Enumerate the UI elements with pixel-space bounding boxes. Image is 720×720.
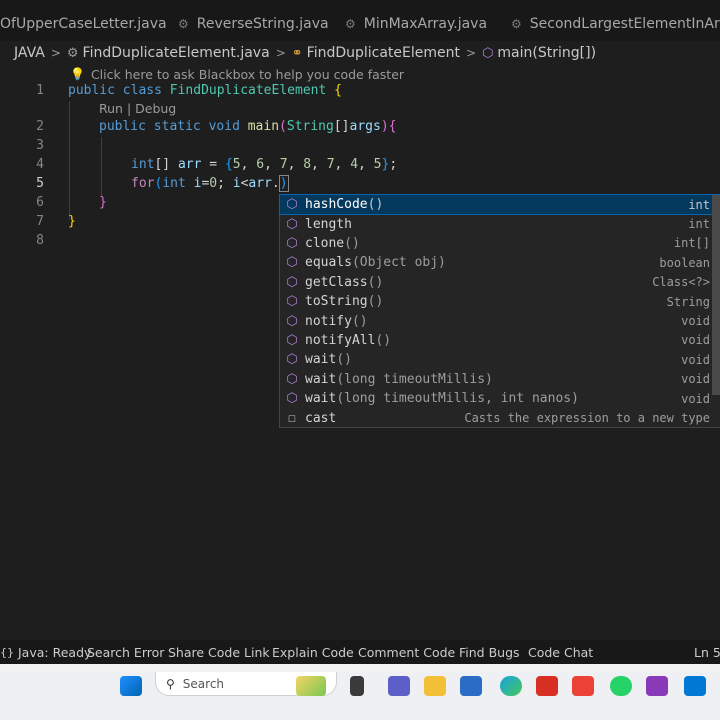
field-icon: ⬡ <box>286 216 298 232</box>
suggestion-item[interactable]: ⬡ notify() void <box>280 311 720 330</box>
tab-label: MinMaxArray.java <box>363 16 488 32</box>
line-number: 6 <box>36 195 44 210</box>
method-icon: ⬡ <box>286 332 298 348</box>
suggestion-item[interactable]: ⬡ wait() void <box>280 350 720 369</box>
tab-label: ReverseString.java <box>196 16 329 32</box>
method-icon: ⬡ <box>286 391 298 407</box>
store-icon[interactable] <box>460 676 482 696</box>
java-file-icon: ⚙ <box>345 17 356 31</box>
suggestion-item[interactable]: ⬡ wait (long timeoutMillis, int nanos) vo… <box>280 389 720 408</box>
teams-icon[interactable] <box>388 676 410 696</box>
method-icon: ⬡ <box>286 313 298 329</box>
method-icon: ⬡ <box>286 294 298 310</box>
indent-guide <box>101 137 102 197</box>
edge-icon[interactable] <box>500 676 522 696</box>
snippet-icon: ☐ <box>288 410 296 426</box>
breadcrumb: JAVA > ⚙ FindDuplicateElement.java > ⚭ F… <box>0 41 720 65</box>
method-icon: ⬡ <box>286 235 298 251</box>
suggestion-item[interactable]: ⬡ toString() String <box>280 292 720 311</box>
line-number: 7 <box>36 214 44 229</box>
chevron-right-icon: > <box>50 46 61 60</box>
blackbox-hint[interactable]: 💡 Click here to ask Blackbox to help you… <box>70 65 404 83</box>
breadcrumb-file[interactable]: FindDuplicateElement.java <box>83 45 270 61</box>
explain-code-button[interactable]: Explain Code <box>272 640 354 664</box>
java-file-icon: ⚙ <box>178 17 189 31</box>
method-icon: ⬡ <box>286 274 298 290</box>
code-line-2: public static void main(String[]args){ <box>99 119 397 134</box>
line-number: 3 <box>36 138 44 153</box>
suggestion-item-selected[interactable]: ⬡ hashCode() int <box>279 193 720 216</box>
status-bar: {} Java: Ready Search Error Share Code L… <box>0 640 720 664</box>
method-icon: ⬡ <box>286 352 298 368</box>
blackbox-hint-text: Click here to ask Blackbox to help you c… <box>90 66 405 82</box>
breadcrumb-class[interactable]: FindDuplicateElement <box>307 45 460 61</box>
java-status[interactable]: {} Java: Ready <box>0 640 91 664</box>
line-number: 8 <box>36 233 44 248</box>
autocomplete-suggestion-list[interactable]: ⬡ hashCode() int ⬡ length int ⬡ clone() … <box>279 193 720 428</box>
lightbulb-icon: 💡 <box>70 67 85 81</box>
share-code-link-button[interactable]: Share Code Link <box>168 640 270 664</box>
run-debug-codelens[interactable]: Run | Debug <box>99 101 176 117</box>
file-explorer-icon[interactable] <box>424 676 446 696</box>
suggestion-item[interactable]: ⬡ getClass() Class<?> <box>280 273 720 292</box>
app-icon[interactable] <box>646 676 668 696</box>
suggestion-item[interactable]: ⬡ equals (Object obj) boolean <box>280 253 720 272</box>
code-line-6: } <box>99 195 107 210</box>
gmail-icon[interactable] <box>536 676 558 696</box>
method-icon: ⬡ <box>286 197 298 213</box>
suggestion-item[interactable]: ⬡ wait (long timeoutMillis) void <box>280 370 720 389</box>
code-line-4: int[] arr = {5, 6, 7, 8, 7, 4, 5}; <box>131 157 398 172</box>
windows-start-icon[interactable] <box>120 676 142 696</box>
task-view-icon[interactable] <box>350 676 364 696</box>
code-chat-button[interactable]: Code Chat <box>528 640 593 664</box>
windows-taskbar: ⚲ Search <box>0 672 720 720</box>
code-line-1: public class FindDuplicateElement { <box>68 83 342 98</box>
indent-guide <box>69 101 70 219</box>
line-number: 2 <box>36 119 44 134</box>
braces-icon: {} <box>0 645 14 659</box>
method-icon: ⬡ <box>286 255 298 271</box>
breadcrumb-root[interactable]: JAVA <box>14 45 45 61</box>
app-icon[interactable] <box>572 676 594 696</box>
search-icon: ⚲ <box>166 676 175 691</box>
find-bugs-button[interactable]: Find Bugs <box>459 640 520 664</box>
class-icon: ⚭ <box>291 45 303 61</box>
widgets-icon[interactable] <box>296 676 326 696</box>
line-number: 4 <box>36 157 44 172</box>
suggestion-item[interactable]: ⬡ clone() int[] <box>280 234 720 253</box>
line-number: 1 <box>36 83 44 98</box>
java-file-icon: ⚙ <box>66 45 79 61</box>
tab-label: OfUpperCaseLetter.java <box>0 16 167 32</box>
method-icon: ⬡ <box>286 371 298 387</box>
breadcrumb-method[interactable]: main(String[]) <box>497 45 596 61</box>
code-line-5: for(int i=0; i<arr.) <box>131 175 289 192</box>
line-number-active: 5 <box>36 176 44 191</box>
chevron-right-icon: > <box>275 46 286 60</box>
suggestion-item[interactable]: ☐ cast Casts the expression to a new typ… <box>280 408 720 427</box>
java-file-icon: ⚙ <box>511 17 522 31</box>
window-gap <box>0 664 720 672</box>
code-line-7: } <box>68 214 76 229</box>
tab-label: SecondLargestElementInArray.java <box>529 16 720 32</box>
suggestion-item[interactable]: ⬡ length int <box>280 214 720 233</box>
suggestion-scrollbar[interactable] <box>712 195 720 395</box>
whatsapp-icon[interactable] <box>610 676 632 696</box>
vscode-icon[interactable] <box>684 676 706 696</box>
method-icon: ⬡ <box>482 45 494 61</box>
cursor-position[interactable]: Ln 5, <box>694 640 720 664</box>
suggestion-item[interactable]: ⬡ notifyAll() void <box>280 331 720 350</box>
comment-code-button[interactable]: Comment Code <box>358 640 455 664</box>
search-error-button[interactable]: Search Error <box>87 640 164 664</box>
chevron-right-icon: > <box>466 46 477 60</box>
